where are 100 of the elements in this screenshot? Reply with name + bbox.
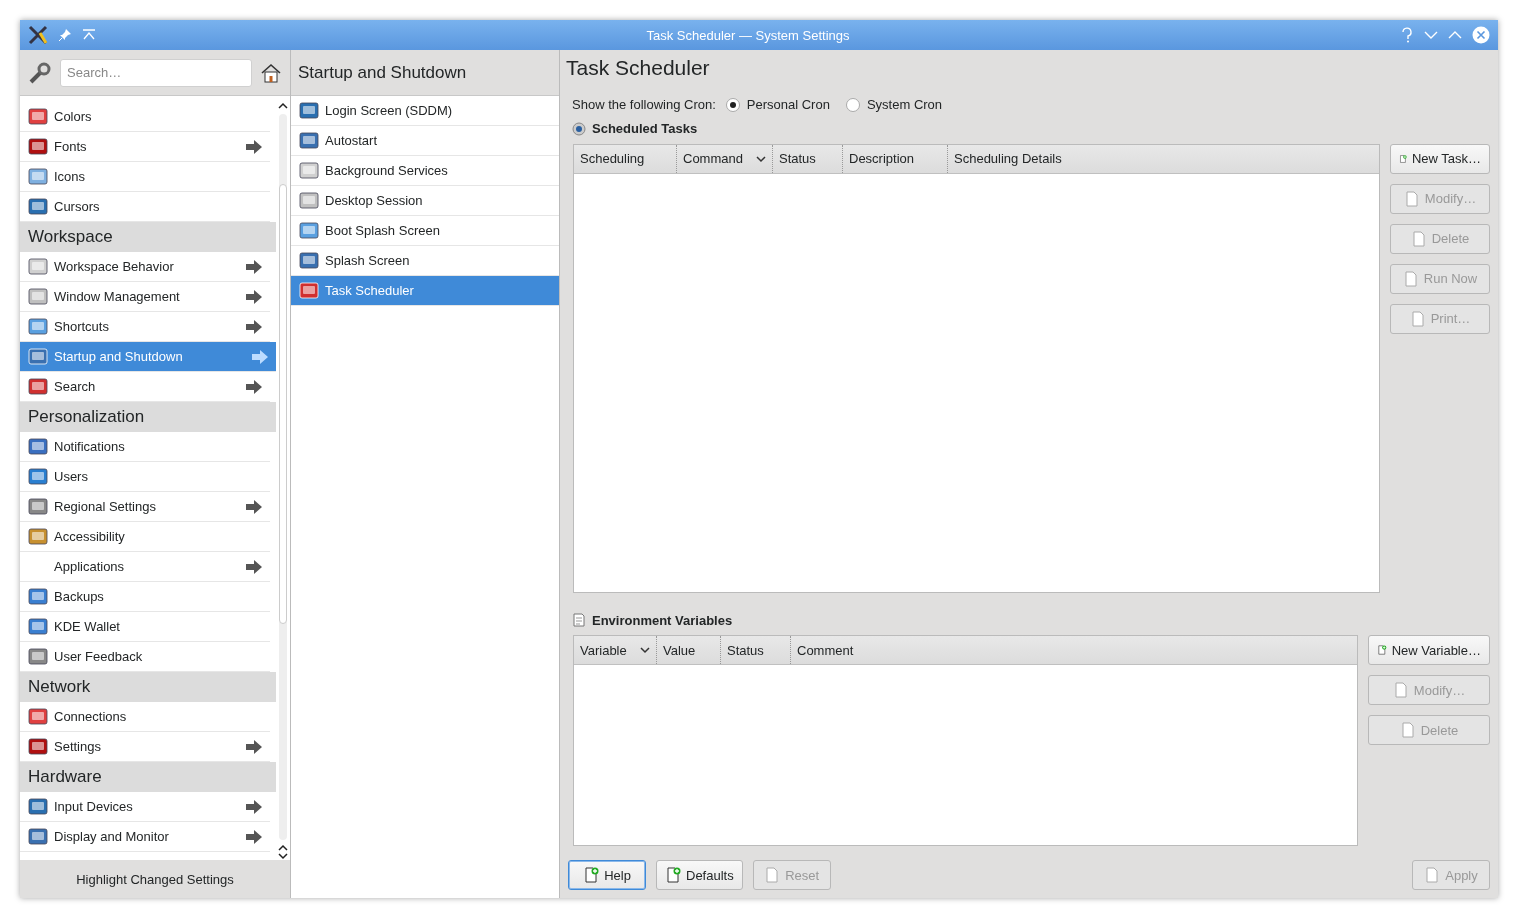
column-header[interactable]: Variable [574,636,656,665]
module-icon [28,496,48,517]
maximize-icon[interactable] [1448,30,1462,40]
push-button[interactable]: Help [568,860,646,890]
category-header: Network [20,672,276,702]
arrow-right-icon [252,349,268,364]
column-header[interactable]: Value [656,636,720,665]
module-item[interactable]: Background Services [291,156,559,186]
arrow-right-icon [246,319,262,334]
arrow-right-icon [246,799,262,814]
module-icon [299,100,319,121]
button-icon [1402,270,1419,287]
search-field[interactable]: Search… [60,58,252,87]
sidebar-item[interactable]: Workspace Behavior [20,252,270,282]
section-title: Environment Variables [592,612,733,628]
button-icon [1403,190,1420,207]
module-icon [299,250,319,271]
arrow-right-icon [246,379,262,394]
column-header[interactable]: Scheduling [574,144,676,173]
module-icon [28,466,48,487]
module-icon [28,256,48,277]
button-icon [764,867,781,883]
sidebar-item[interactable]: Applications [20,552,270,582]
help-icon[interactable] [1400,27,1414,43]
highlight-changed-button[interactable]: Highlight Changed Settings [68,864,242,894]
column-header[interactable]: Description [842,144,947,173]
arrow-right-icon [246,829,262,844]
sidebar-item[interactable]: Notifications [20,432,270,462]
sidebar-item[interactable]: Input Devices [20,792,270,822]
module-icon [28,586,48,607]
section-title: Scheduled Tasks [592,121,698,137]
button-icon [1424,867,1441,883]
scroll-up-icon[interactable] [278,102,288,110]
module-item[interactable]: Autostart [291,126,559,156]
module-icon [299,130,319,151]
column-header[interactable]: Comment [790,636,880,665]
scroll-up-icon[interactable] [278,844,288,852]
scrollbar-thumb[interactable] [279,184,287,624]
minimize-icon[interactable] [1424,30,1438,40]
sidebar-item[interactable]: KDE Wallet [20,612,270,642]
radio-button[interactable]: Personal Cron [725,97,830,113]
push-button[interactable]: Defaults [656,860,743,890]
close-icon[interactable] [1472,26,1490,44]
arrow-right-icon [246,259,262,274]
home-icon[interactable] [260,61,282,84]
module-icon [28,826,48,847]
gear-icon [572,121,586,136]
button-icon [1392,682,1409,699]
sidebar-item[interactable]: Window Management [20,282,270,312]
sidebar-item[interactable]: Colors [20,102,270,132]
module-item[interactable]: Task Scheduler [291,276,559,306]
module-icon [28,646,48,667]
button-icon [583,867,600,883]
keep-above-icon[interactable] [82,29,96,41]
category-header: Workspace [20,222,276,252]
column-header[interactable]: Status [720,636,790,665]
module-icon [28,316,48,337]
push-button[interactable]: New Variable… [1368,635,1490,666]
arrow-right-icon [246,559,262,574]
module-icon [299,160,319,181]
page-title: Task Scheduler [566,56,711,81]
sidebar-item[interactable]: Backups [20,582,270,612]
column-header[interactable]: Scheduling Details [947,144,1107,173]
module-item[interactable]: Desktop Session [291,186,559,216]
category-header: Personalization [20,402,276,432]
module-item[interactable]: Boot Splash Screen [291,216,559,246]
column-header[interactable]: Command [676,144,772,173]
arrow-right-icon [246,139,262,154]
push-button[interactable]: New Task… [1390,143,1490,174]
scroll-down-icon[interactable] [278,852,288,860]
button-icon [665,867,681,883]
cron-label: Show the following Cron: [572,97,716,113]
button-icon [1410,230,1427,247]
sidebar-item[interactable]: Display and Monitor [20,822,270,852]
pin-icon[interactable] [58,28,72,42]
module-icon [299,190,319,211]
module-icon [28,526,48,547]
radio-button[interactable]: System Cron [845,97,943,113]
arrow-right-icon [246,289,262,304]
sidebar-item[interactable]: Regional Settings [20,492,270,522]
sidebar-item[interactable]: Fonts [20,132,270,162]
module-icon [28,346,48,367]
module-icon [28,616,48,637]
module-item[interactable]: Login Screen (SDDM) [291,96,559,126]
note-icon [572,613,586,628]
module-icon [299,220,319,241]
module-icon [28,136,48,157]
sidebar-item[interactable]: Startup and Shutdown [20,342,276,372]
column-header[interactable]: Status [772,144,842,173]
module-icon [28,706,48,727]
sidebar-item[interactable]: Users [20,462,270,492]
module-icon [28,796,48,817]
scrollbar[interactable] [276,102,290,860]
arrow-right-icon [246,499,262,514]
module-icon [28,376,48,397]
sidebar-item[interactable]: Icons [20,162,270,192]
module-icon [28,736,48,757]
sidebar-item[interactable]: Accessibility [20,522,270,552]
sidebar-item[interactable]: Connections [20,702,270,732]
tools-icon[interactable] [28,25,48,45]
